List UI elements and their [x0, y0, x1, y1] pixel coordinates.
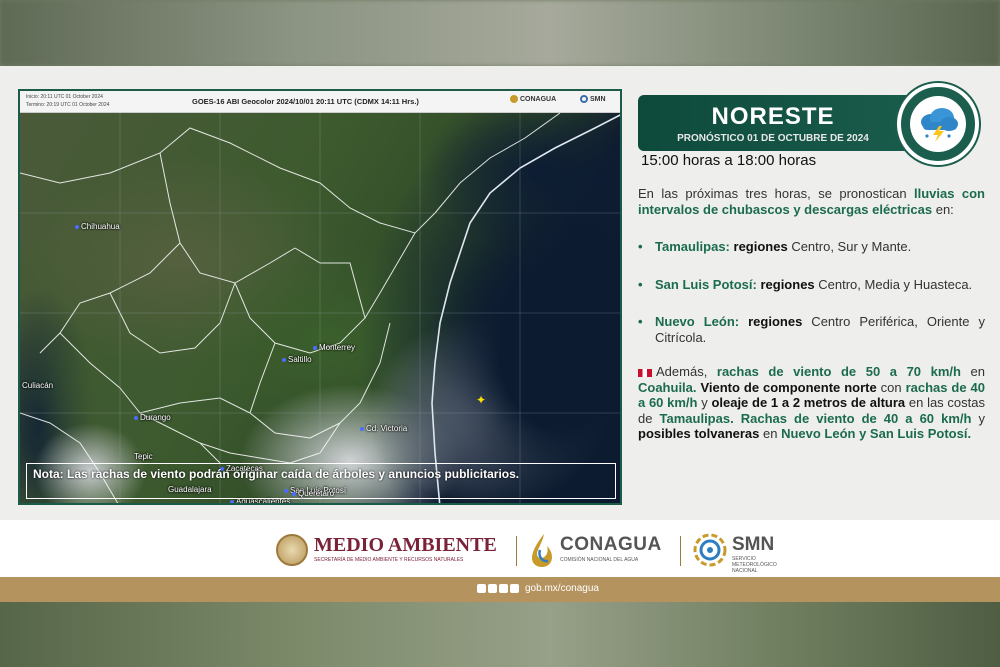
city-gdl: Guadalajara	[168, 485, 212, 494]
city-saltillo: Saltillo	[282, 355, 312, 364]
youtube-icon[interactable]	[510, 584, 519, 593]
social-links: gob.mx/conagua	[477, 583, 599, 594]
logo-separator	[516, 536, 517, 566]
smn-spiral-icon	[693, 533, 727, 567]
forecast-item-slp: • San Luis Potosí: regiones Centro, Media…	[638, 276, 973, 292]
city-victoria: Cd. Victoria	[360, 424, 407, 433]
x-icon[interactable]	[488, 584, 497, 593]
city-culiacan: Culiacán	[22, 381, 54, 390]
city-monterrey: Monterrey	[313, 343, 355, 352]
smn-spiral-icon	[580, 95, 588, 103]
forecast-intro: En las próximas tres horas, se pronostic…	[638, 186, 985, 217]
background-top	[0, 0, 1000, 66]
map-title: GOES-16 ABI Geocolor 2024/10/01 20:11 UT…	[192, 97, 419, 106]
background-bottom	[0, 602, 1000, 667]
footer-bar: gob.mx/conagua	[0, 577, 1000, 602]
city-pin-icon	[360, 426, 364, 431]
instagram-icon[interactable]	[499, 584, 508, 593]
alert-flag-icon	[638, 368, 652, 377]
region-title: NORESTE	[711, 103, 835, 130]
forecast-extra: Además, rachas de viento de 50 a 70 km/h…	[638, 364, 986, 441]
map-smn-logo: SMN	[580, 95, 606, 103]
forecast-item-tamaulipas: • Tamaulipas: regiones Centro, Sur y Mant…	[638, 239, 912, 254]
storm-cloud-icon	[921, 108, 958, 142]
city-pin-icon	[292, 491, 296, 496]
forecast-content: En las próximas tres horas, se pronostic…	[638, 186, 985, 442]
forecast-hours: 15:00 horas a 18:00 horas	[641, 152, 817, 169]
map-start-time: Inicio: 20:11 UTC 01 October 2024	[26, 94, 103, 100]
city-pin-icon	[134, 415, 138, 420]
forecast-card: Inicio: 20:11 UTC 01 October 2024 Termin…	[0, 66, 1000, 602]
forecast-item-nuevo-leon: • Nuevo León: regiones Centro Periférica,…	[638, 314, 985, 345]
city-chihuahua: Chihuahua	[75, 222, 120, 231]
city-pin-icon	[313, 345, 317, 350]
conagua-drop-icon	[532, 534, 552, 567]
city-pin-icon	[75, 224, 79, 229]
logo-separator	[680, 536, 681, 566]
conagua-drop-icon	[510, 95, 518, 103]
city-pin-icon	[282, 357, 286, 362]
satellite-map: Inicio: 20:11 UTC 01 October 2024 Termin…	[18, 89, 622, 505]
map-header: Inicio: 20:11 UTC 01 October 2024 Termin…	[20, 91, 620, 113]
city-qro: Querétaro	[292, 489, 334, 498]
facebook-icon[interactable]	[477, 584, 486, 593]
national-seal-icon	[276, 534, 308, 566]
city-tepic: Tepic	[134, 452, 153, 461]
footer-logos: MEDIO AMBIENTE SECRETARÍA DE MEDIO AMBIE…	[0, 520, 1000, 580]
map-conagua-logo: CONAGUA	[510, 95, 556, 103]
map-borders	[20, 113, 620, 503]
tropical-storm-icon: ✦	[476, 393, 487, 407]
weather-badge	[897, 83, 979, 165]
website-link[interactable]: gob.mx/conagua	[525, 583, 599, 594]
city-durango: Durango	[134, 413, 171, 422]
city-pin-icon	[230, 499, 234, 503]
map-end-time: Termino: 20:19 UTC 01 October 2024	[26, 102, 110, 108]
forecast-date: PRONÓSTICO 01 DE OCTUBRE DE 2024	[677, 133, 869, 144]
